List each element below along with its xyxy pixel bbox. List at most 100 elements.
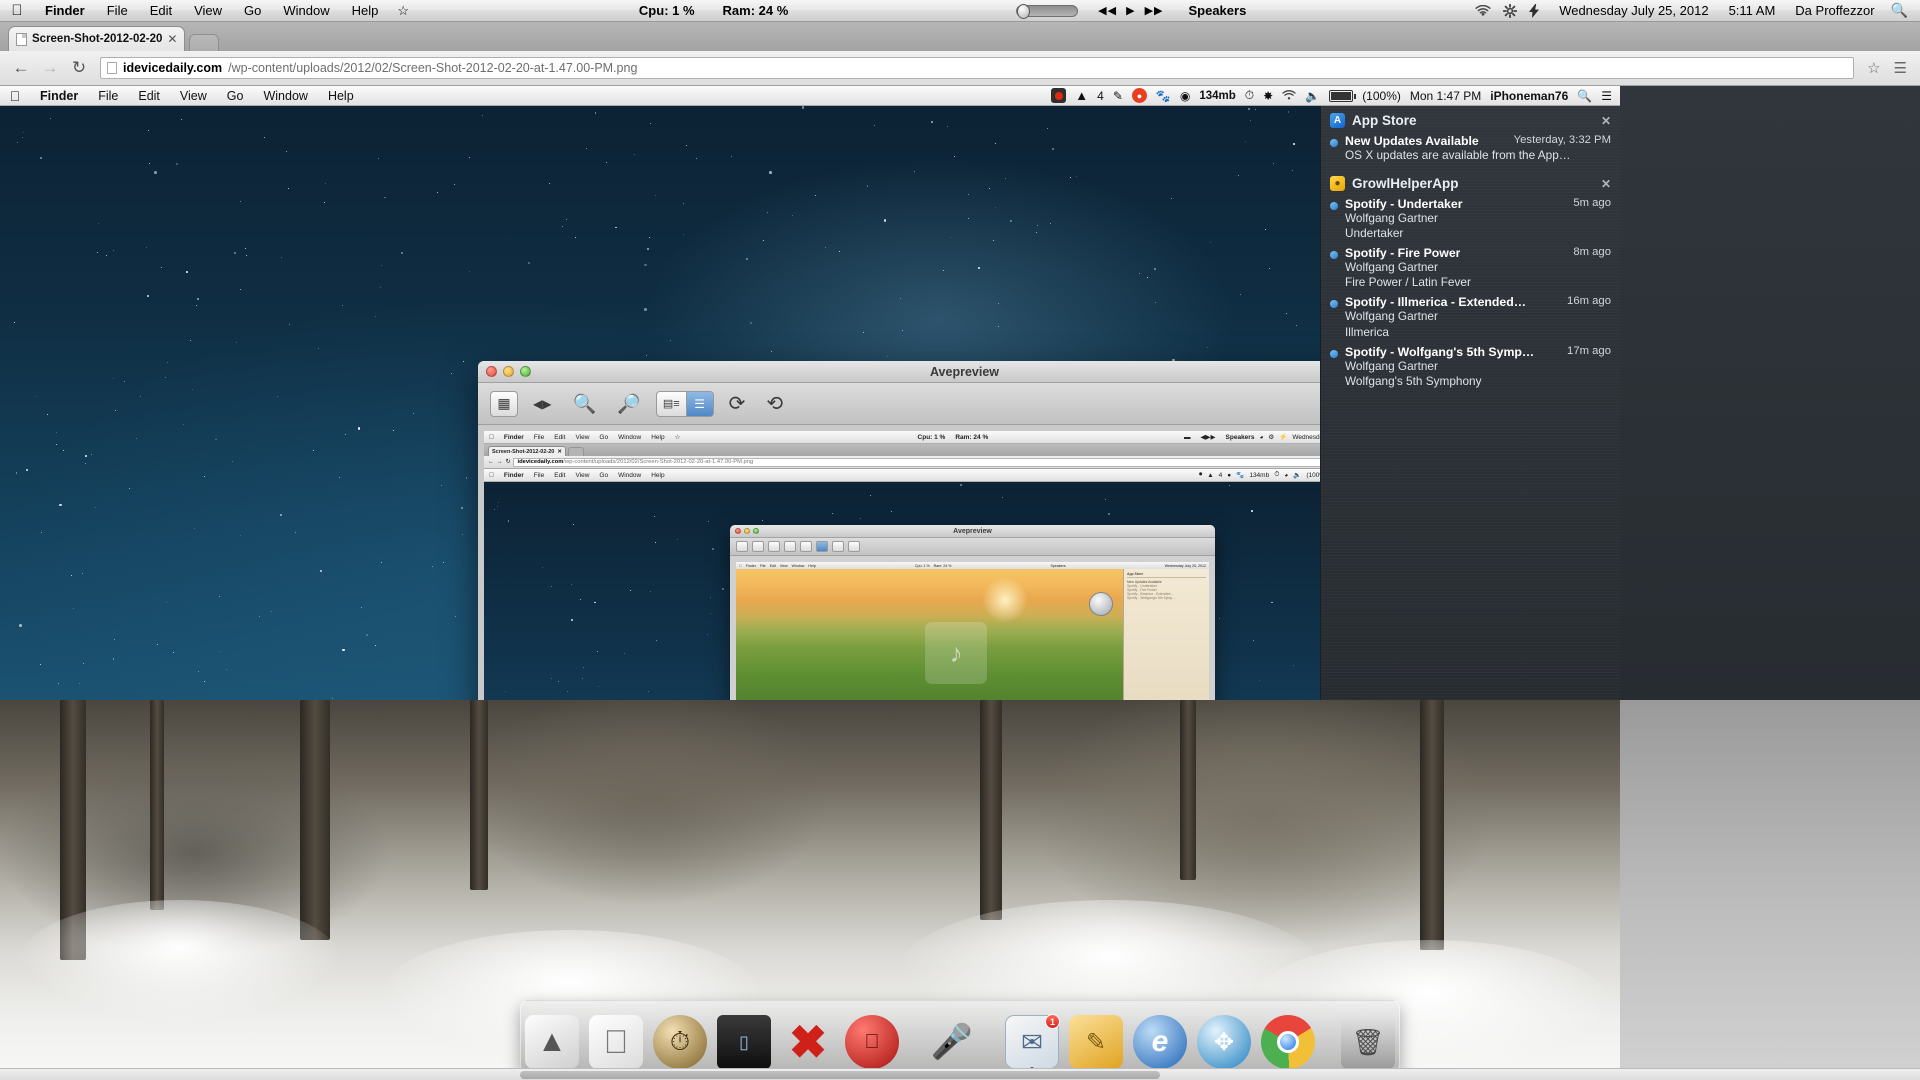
nested-browser-tab: Screen-Shot-2012-02-20 ✕ [488, 446, 566, 456]
menubar-item-finder[interactable]: Finder [34, 3, 96, 18]
nested-ram-stat: Ram: 24 % [953, 433, 988, 441]
battery-icon[interactable] [1329, 89, 1357, 102]
volume-knob[interactable] [1017, 3, 1031, 19]
memory-icon[interactable]: ◉ [1180, 89, 1190, 103]
scrollbar-thumb[interactable] [520, 1071, 1160, 1079]
clipboard-icon[interactable]: ✎ [1113, 89, 1123, 103]
apple-menu-icon[interactable]:  [0, 88, 30, 104]
play-icon[interactable]: ▶ [1126, 4, 1135, 17]
notification-center-icon[interactable]: ☰ [1601, 89, 1612, 103]
apple-menu-icon[interactable]:  [0, 2, 34, 19]
notification-body: New Updates Available Yesterday, 3:32 PM… [1345, 134, 1611, 163]
level3-item-help: Help [805, 563, 815, 568]
volume-icon[interactable]: 🔈 [1305, 89, 1320, 103]
microphone-icon[interactable]: 🎤 [925, 1015, 979, 1069]
notification-item[interactable]: Spotify - Wolfgang's 5th Symp… 17m ago W… [1321, 344, 1620, 393]
rotate-right-button[interactable]: ⟳ [723, 391, 752, 417]
inner-menubar-item-finder[interactable]: Finder [30, 89, 88, 103]
prev-next-button[interactable]: ◀▶ [527, 391, 557, 417]
apple-icon[interactable]:  [589, 1015, 643, 1069]
trash-icon[interactable]: 🗑 [1341, 1015, 1395, 1069]
sidebar-toggle-button[interactable]: ▦ [490, 390, 518, 417]
inner-menubar-item-help[interactable]: Help [318, 89, 364, 103]
reload-icon[interactable]: ↻ [66, 55, 92, 81]
inner-menubar-item-go[interactable]: Go [217, 89, 254, 103]
record-icon[interactable] [1051, 88, 1067, 103]
menubar-date[interactable]: Wednesday July 25, 2012 [1549, 3, 1718, 18]
nested-menubar:  Finder File Edit View Go Window Help ☆… [484, 431, 1445, 444]
menubar-time[interactable]: 5:11 AM [1719, 3, 1786, 18]
zoom-in-button[interactable]: 🔍 [566, 391, 602, 417]
horizontal-scrollbar[interactable] [0, 1068, 1920, 1080]
wifi-icon[interactable] [1282, 90, 1296, 101]
inner-status-icons: ▲ 4 ✎ ● 🐾 ◉ 134mb ⏱ ✸ 🔈 (100%) Mon 1:47 … [1051, 88, 1620, 103]
avepreview-toolbar-level2 [730, 538, 1215, 556]
menubar-item-file[interactable]: File [96, 3, 139, 18]
list-view-button[interactable]: ▤≡ [655, 390, 687, 417]
next-track-icon[interactable]: ▶▶ [1145, 4, 1164, 17]
volume-slider[interactable] [1016, 3, 1079, 19]
inner-menubar-item-file[interactable]: File [88, 89, 128, 103]
display-icon[interactable]: ▯ [717, 1015, 771, 1069]
previous-track-icon[interactable]: ◀◀ [1098, 4, 1117, 17]
avepreview-window[interactable]: Avepreview ▦ ◀▶ 🔍 🔎 ▤≡ ☰ ⟳ ⟲  F [478, 361, 1451, 700]
menubar-item-window[interactable]: Window [272, 3, 340, 18]
notification-item[interactable]: Spotify - Fire Power 8m ago Wolfgang Gar… [1321, 245, 1620, 294]
close-x-icon[interactable]: ✖ [781, 1015, 835, 1069]
bluetooth-icon[interactable]: ✸ [1263, 89, 1273, 103]
spotlight-search-icon[interactable]: 🔍 [1885, 2, 1920, 19]
wifi-icon[interactable] [1475, 4, 1491, 17]
avepreview-titlebar[interactable]: Avepreview [478, 361, 1451, 383]
inner-menubar-item-view[interactable]: View [170, 89, 217, 103]
level3-panel-title: App Store [1127, 572, 1206, 578]
notes-icon[interactable]: ✎ [1069, 1015, 1123, 1073]
finder-icon[interactable]: ▲ [525, 1015, 579, 1073]
menubar-item-go[interactable]: Go [233, 3, 272, 18]
safari-icon[interactable]: ✥ [1197, 1015, 1251, 1073]
forward-arrow-icon[interactable]: → [37, 55, 63, 81]
audio-device-label[interactable]: Speakers [1177, 3, 1257, 18]
time-machine-icon[interactable]: ⏱ [1245, 88, 1254, 103]
browser-tab[interactable]: Screen-Shot-2012-02-20 ✕ [8, 26, 186, 51]
tree-trunk [300, 700, 330, 940]
close-icon[interactable]: ✕ [1601, 177, 1611, 191]
menubar-user[interactable]: Da Proffezzor [1785, 3, 1884, 18]
notification-item[interactable]: New Updates Available Yesterday, 3:32 PM… [1321, 133, 1620, 167]
drop-icon[interactable]: ● [1131, 88, 1147, 103]
mail-icon[interactable]: ✉ 1 [1005, 1014, 1060, 1072]
bolt-icon[interactable] [1529, 3, 1540, 18]
avepreview-title-level2: Avepreview [953, 527, 992, 535]
media-transport-controls[interactable]: ◀◀ ▶ ▶▶ [1084, 4, 1177, 17]
close-icon[interactable]: ✕ [1601, 114, 1611, 128]
star-outline-icon[interactable]: ☆ [389, 3, 417, 19]
inner-menubar-item-window[interactable]: Window [253, 89, 317, 103]
menubar-item-help[interactable]: Help [341, 3, 390, 18]
time-machine-icon[interactable]: ⏱ [653, 1015, 707, 1069]
nested-omnibox-domain: idevicedaily.com [517, 459, 564, 465]
new-tab-button[interactable] [189, 34, 220, 51]
star-icon[interactable]: ☆ [1862, 59, 1885, 77]
wrench-icon[interactable]: ☰ [1889, 59, 1912, 77]
inner-user[interactable]: iPhoneman76 [1490, 89, 1568, 103]
inner-clock[interactable]: Mon 1:47 PM [1410, 89, 1481, 103]
notification-headline: Spotify - Fire Power 8m ago [1345, 246, 1611, 260]
close-icon[interactable]: ✕ [167, 32, 177, 46]
back-arrow-icon[interactable]: ← [8, 55, 34, 81]
apple-red-icon[interactable]:  [845, 1015, 899, 1069]
grid-view-button[interactable]: ☰ [685, 390, 714, 417]
search-icon[interactable]: 🔍 [1577, 89, 1592, 103]
address-bar[interactable]: idevicedaily.com/wp-content/uploads/2012… [100, 57, 1855, 79]
menubar-item-edit[interactable]: Edit [139, 3, 183, 18]
chrome-icon[interactable] [1261, 1015, 1315, 1073]
gear-icon[interactable] [1503, 3, 1518, 18]
paw-icon[interactable]: 🐾 [1156, 89, 1171, 103]
inner-menubar-item-edit[interactable]: Edit [128, 89, 170, 103]
rotate-left-button[interactable]: ⟲ [760, 391, 789, 417]
browser-tab-title: Screen-Shot-2012-02-20 [32, 33, 163, 45]
notification-item[interactable]: Spotify - Undertaker 5m ago Wolfgang Gar… [1321, 196, 1620, 245]
menubar-item-view[interactable]: View [183, 3, 233, 18]
notification-item[interactable]: Spotify - Illmerica - Extended… 16m ago … [1321, 294, 1620, 343]
internet-explorer-icon[interactable]: e [1133, 1015, 1187, 1073]
adobe-icon[interactable]: ▲ [1075, 88, 1088, 103]
zoom-out-button[interactable]: 🔎 [611, 391, 647, 417]
